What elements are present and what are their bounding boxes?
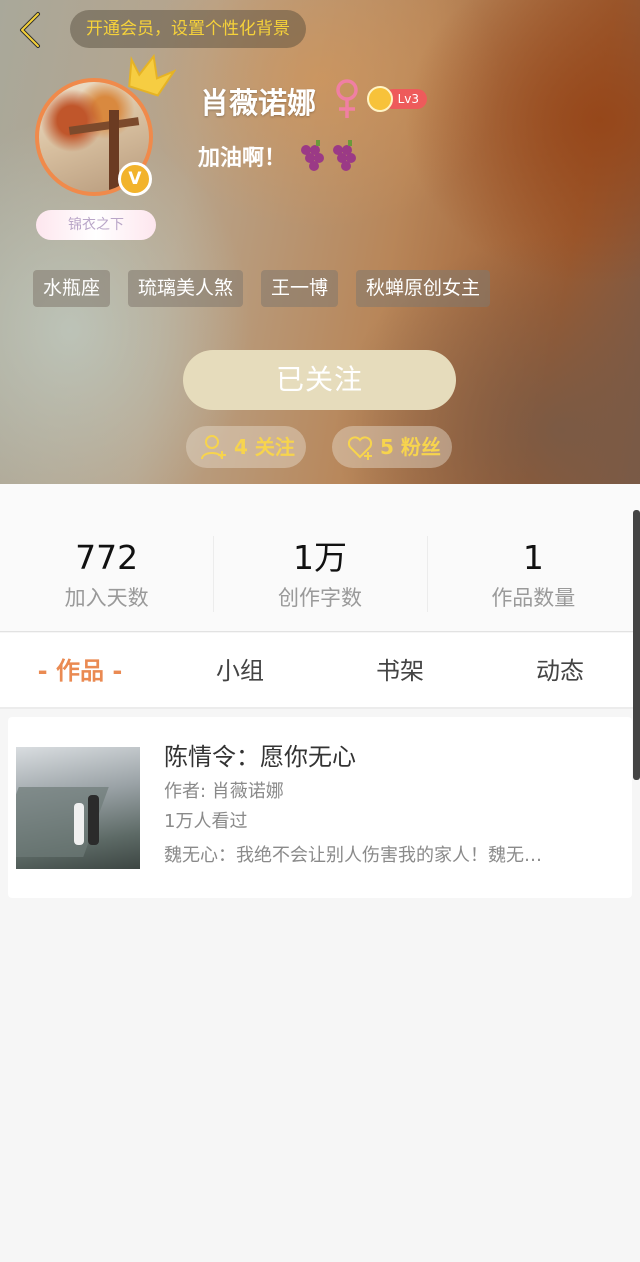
heart-add-icon <box>347 436 373 460</box>
tag-item[interactable]: 琉璃美人煞 <box>128 270 244 307</box>
stat-word-count: 1万 创作字数 <box>213 484 426 631</box>
profile-tabs: - 作品 - 小组 书架 动态 <box>0 633 640 709</box>
tag-item[interactable]: 秋蝉原创女主 <box>356 270 491 307</box>
verified-badge: V <box>118 162 152 196</box>
work-cover-image[interactable] <box>16 747 140 869</box>
following-count: 4 关注 <box>234 435 295 459</box>
work-description: 魏无心：我绝不会让别人伤害我的家人！魏无… <box>164 845 542 866</box>
work-view-count: 1万人看过 <box>164 811 248 832</box>
tag-list: 水瓶座 琉璃美人煞 王一博 秋蝉原创女主 <box>33 270 491 307</box>
tab-groups[interactable]: 小组 <box>160 633 320 707</box>
grapes-icon <box>301 140 356 171</box>
tab-bookshelf[interactable]: 书架 <box>320 633 480 707</box>
stat-works-count: 1 作品数量 <box>426 484 640 631</box>
stats-row: 772 加入天数 1万 创作字数 1 作品数量 <box>0 484 640 632</box>
username: 肖薇诺娜 <box>200 86 317 120</box>
profile-motto: 加油啊！ <box>198 146 287 171</box>
follow-button[interactable]: 已关注 <box>183 350 456 410</box>
stat-value: 1万 <box>292 538 347 577</box>
chevron-left-icon <box>20 12 40 48</box>
stat-value: 772 <box>75 538 139 577</box>
following-chip[interactable]: 4 关注 <box>186 426 306 468</box>
tag-item[interactable]: 王一博 <box>261 270 339 307</box>
stat-join-days: 772 加入天数 <box>0 484 213 631</box>
add-user-icon <box>201 435 226 460</box>
tab-activity[interactable]: 动态 <box>480 633 640 707</box>
stat-label: 创作字数 <box>277 586 362 610</box>
level-badge: Lv3 <box>367 86 427 112</box>
nameplate-badge: 锦衣之下 <box>36 210 156 240</box>
tag-item[interactable]: 水瓶座 <box>33 270 111 307</box>
back-button[interactable] <box>12 8 52 52</box>
stat-label: 作品数量 <box>491 586 576 610</box>
crown-coin-icon <box>367 86 393 112</box>
scrollbar[interactable] <box>633 510 640 780</box>
profile-header: 开通会员，设置个性化背景 V 锦衣之下 肖薇诺娜 Lv3 加油啊！ 水瓶座 琉璃… <box>0 0 640 484</box>
fans-count: 5 粉丝 <box>380 435 441 459</box>
fans-chip[interactable]: 5 粉丝 <box>332 426 452 468</box>
vip-background-banner[interactable]: 开通会员，设置个性化背景 <box>70 10 306 48</box>
stat-label: 加入天数 <box>64 586 149 610</box>
work-title: 陈情令：愿你无心 <box>164 743 356 771</box>
work-list-item[interactable]: 陈情令：愿你无心 作者: 肖薇诺娜 1万人看过 魏无心：我绝不会让别人伤害我的家… <box>8 717 632 898</box>
female-icon <box>336 79 358 118</box>
stat-value: 1 <box>522 538 544 577</box>
tab-works[interactable]: - 作品 - <box>0 633 160 707</box>
work-author: 作者: 肖薇诺娜 <box>164 781 284 802</box>
